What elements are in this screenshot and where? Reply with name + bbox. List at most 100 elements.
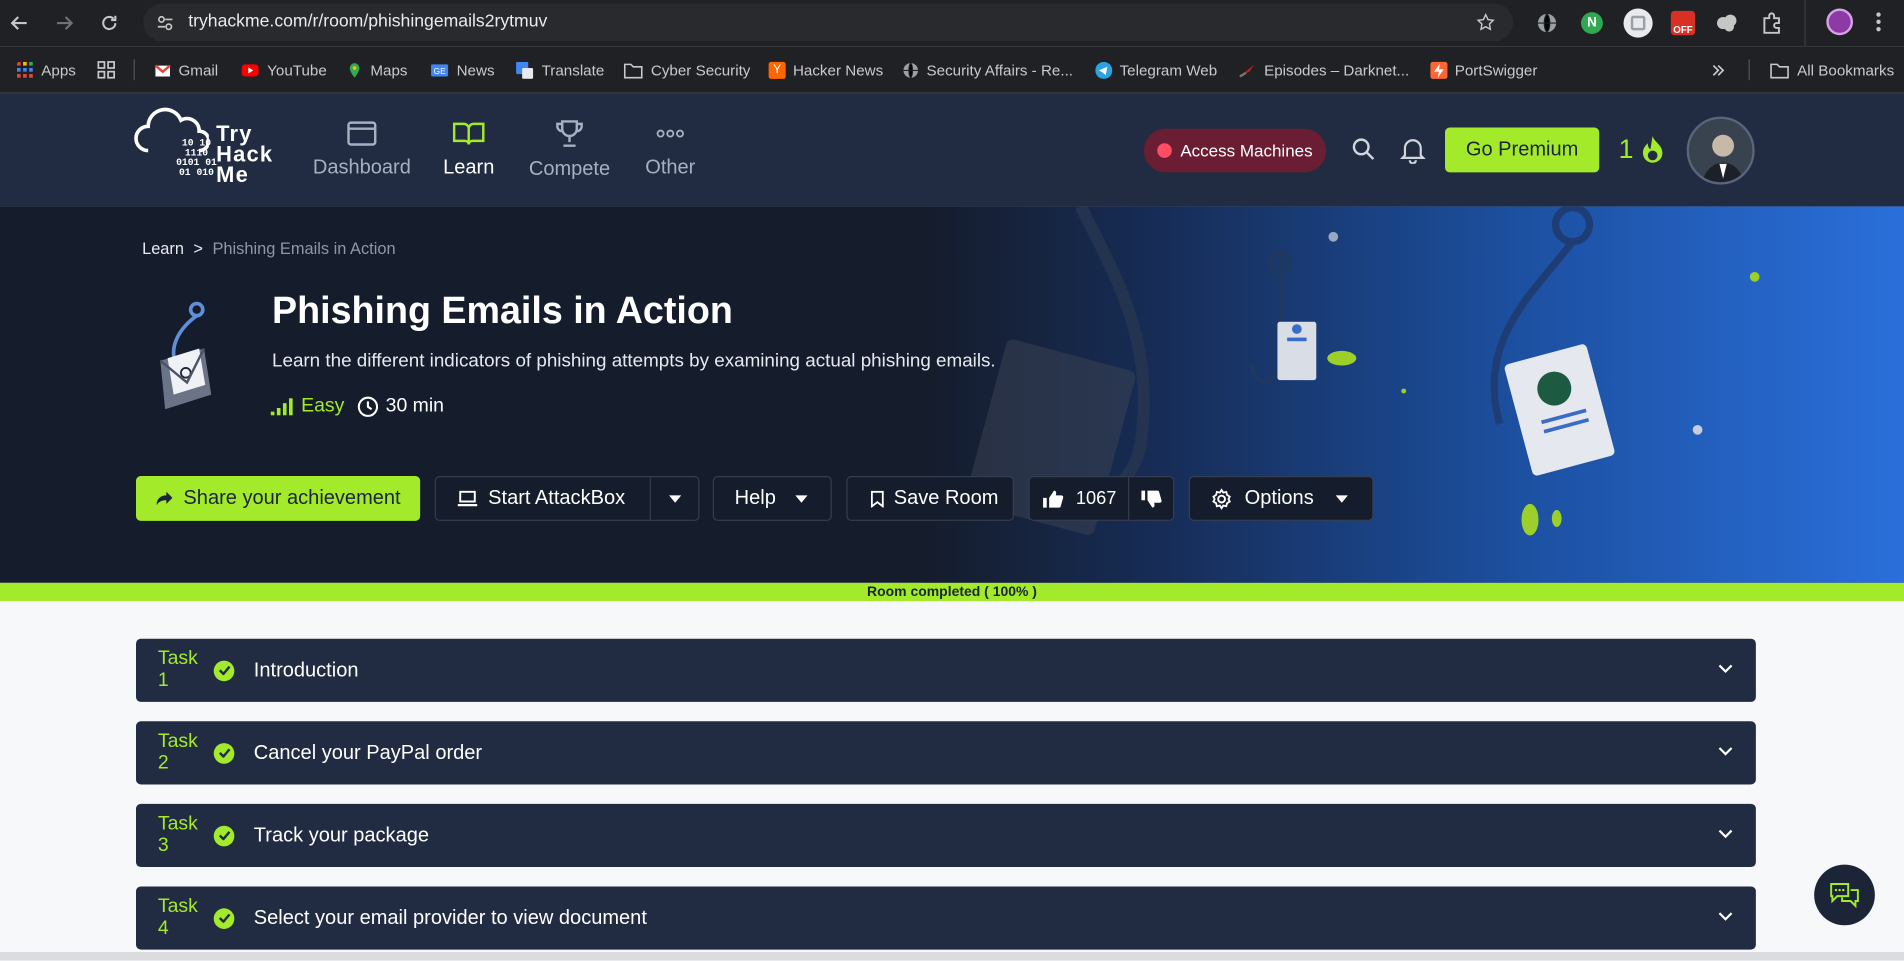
task-number: Task 1 (157, 648, 198, 691)
user-avatar[interactable] (1686, 116, 1755, 185)
task-title: Track your package (253, 823, 430, 846)
hero-hooks-illustration (965, 206, 1760, 536)
extensions-puzzle-icon[interactable] (1761, 11, 1784, 34)
difficulty-label: Easy (301, 395, 345, 417)
nav-learn[interactable]: Learn (440, 94, 498, 207)
all-bookmarks[interactable]: All Bookmarks (1769, 46, 1894, 93)
thumbs-down-icon[interactable] (1140, 489, 1162, 508)
apps-grid-icon (17, 61, 33, 78)
chat-support-button[interactable] (1814, 864, 1875, 926)
nav-other[interactable]: Other (640, 94, 701, 207)
url-text[interactable]: tryhackme.com/r/room/phishingemails2rytm… (188, 4, 547, 42)
task-accordion[interactable]: Task 3 Track your package (136, 803, 1756, 868)
help-button[interactable]: Help (712, 476, 832, 521)
tab-groups-icon[interactable] (97, 61, 115, 79)
streak-count: 1 (1618, 133, 1634, 164)
folder-icon (623, 62, 643, 78)
breadcrumb-learn-link[interactable]: Learn (142, 239, 184, 257)
horizontal-scrollbar[interactable] (0, 952, 1904, 961)
back-icon[interactable] (6, 10, 33, 37)
bookmark-star-icon[interactable] (1475, 12, 1496, 33)
bookmark-folder-cyber-security[interactable]: Cyber Security (623, 46, 750, 93)
bookmark-news[interactable]: GE News (430, 46, 495, 93)
bookmark-security-affairs[interactable]: Security Affairs - Re... (902, 46, 1073, 93)
save-room-button[interactable]: Save Room (846, 476, 1014, 521)
search-icon[interactable] (1352, 137, 1376, 161)
hacker-news-icon: Y (768, 61, 786, 79)
task-number: Task 3 (157, 813, 198, 857)
dashboard-icon (347, 121, 377, 146)
task-accordion[interactable]: Task 2 Cancel your PayPal order (136, 721, 1756, 785)
chevron-down-icon[interactable] (1717, 825, 1734, 842)
share-label: Share your achievement (183, 486, 401, 509)
tryhackme-logo[interactable]: 10 10 1110 0101 01 01 010 Try Hack Me (134, 107, 292, 194)
menu-dots-icon[interactable] (1875, 11, 1882, 33)
room-icon (159, 301, 212, 410)
site-header: 10 10 1110 0101 01 01 010 Try Hack Me Dashb… (0, 93, 1904, 207)
forward-icon[interactable] (51, 10, 78, 37)
vote-divider (1128, 477, 1130, 520)
go-premium-button[interactable]: Go Premium (1445, 127, 1600, 173)
bookmark-portswigger[interactable]: PortSwigger (1430, 46, 1537, 93)
breadcrumb: Learn > Phishing Emails in Action (142, 239, 396, 257)
task-accordion[interactable]: Task 4 Select your email provider to view… (136, 886, 1756, 950)
room-hero: Learn > Phishing Emails in Action Phishi… (0, 206, 1904, 583)
reader-extension-icon[interactable] (1623, 8, 1653, 38)
address-bar[interactable]: tryhackme.com/r/room/phishingemails2rytm… (143, 3, 1514, 42)
profile-avatar[interactable] (1826, 8, 1854, 36)
access-machines-button[interactable]: Access Machines (1143, 128, 1327, 173)
progress-label: Room completed ( 100% ) (867, 584, 1037, 600)
site-info-icon[interactable] (155, 13, 174, 32)
globe-icon (903, 62, 919, 78)
help-dropdown-icon (795, 495, 808, 503)
bookmark-divider (133, 59, 135, 81)
laptop-icon (457, 490, 478, 506)
off-extension-icon[interactable]: OFF (1670, 10, 1696, 36)
browser-toolbar: tryhackme.com/r/room/phishingemails2rytm… (0, 0, 1904, 47)
n-extension-icon[interactable]: N (1581, 12, 1603, 35)
bookmark-gmail[interactable]: Gmail (154, 46, 218, 93)
streak-flame-icon (1642, 136, 1663, 163)
options-button[interactable]: Options (1188, 476, 1374, 521)
duration-label: 30 min (385, 395, 444, 417)
room-title: Phishing Emails in Action (272, 289, 733, 332)
nav-dashboard[interactable]: Dashboard (312, 94, 411, 207)
translate-icon (516, 61, 534, 79)
chevron-down-icon[interactable] (1717, 742, 1734, 759)
options-dropdown-icon (1335, 495, 1348, 503)
off-badge-label: OFF (1673, 24, 1693, 36)
bookmark-label: Maps (370, 61, 408, 79)
nav-compete[interactable]: Compete (526, 94, 613, 207)
thumbs-up-icon[interactable] (1042, 489, 1064, 508)
help-label: Help (734, 486, 776, 509)
chevron-down-icon[interactable] (1717, 907, 1734, 924)
svg-text:GE: GE (434, 65, 447, 75)
more-bookmarks-icon[interactable] (1711, 63, 1726, 78)
news-icon: GE (431, 63, 449, 76)
start-attackbox-button[interactable]: Start AttackBox (434, 476, 700, 521)
bookmark-darknet-diaries[interactable]: Episodes – Darknet... (1237, 46, 1409, 93)
bookmark-hacker-news[interactable]: Y Hacker News (768, 46, 883, 93)
attackbox-dropdown-icon[interactable] (668, 494, 683, 504)
bookmark-apps[interactable]: Apps (17, 46, 76, 93)
task-accordion[interactable]: Task 1 Introduction (136, 638, 1756, 702)
more-dots-icon (656, 129, 684, 138)
reload-icon[interactable] (96, 10, 123, 37)
bookmark-label: Episodes – Darknet... (1264, 61, 1410, 79)
room-meta: Easy 30 min (270, 396, 444, 418)
globe-extension-icon[interactable] (1536, 12, 1558, 34)
chevron-down-icon[interactable] (1717, 659, 1734, 676)
bookmark-telegram[interactable]: Telegram Web (1095, 46, 1217, 93)
bookmark-label: PortSwigger (1454, 61, 1538, 79)
bookmark-maps[interactable]: Maps (346, 46, 407, 93)
share-achievement-button[interactable]: Share your achievement (136, 476, 421, 521)
youtube-icon (241, 63, 259, 76)
task-title: Select your email provider to view docum… (253, 906, 647, 929)
bookmarks-bar: Apps Gmail YouTube Maps GE News Translate… (0, 46, 1904, 94)
nav-label: Other (645, 156, 696, 179)
nav-label: Dashboard (312, 156, 411, 179)
bell-icon[interactable] (1400, 136, 1426, 164)
bookmark-youtube[interactable]: YouTube (240, 46, 327, 93)
bookmark-translate[interactable]: Translate (515, 46, 604, 93)
cloud-extension-icon[interactable] (1716, 12, 1739, 34)
